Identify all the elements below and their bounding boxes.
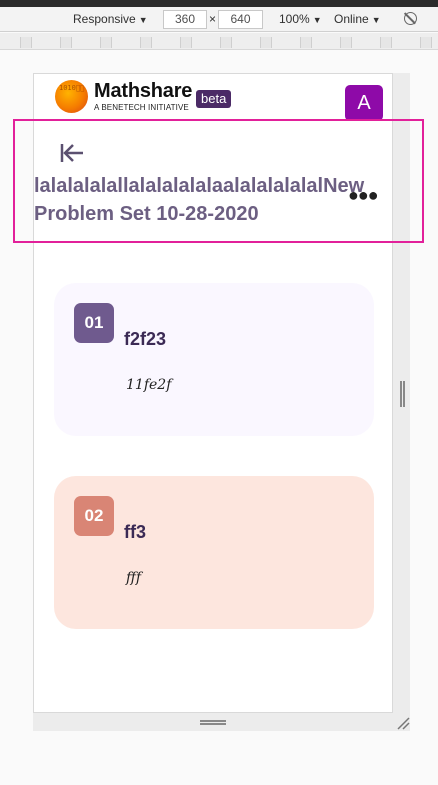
media-query-ruler[interactable] bbox=[0, 33, 438, 50]
element-highlight-overlay bbox=[13, 119, 424, 243]
problem-card[interactable]: 01 f2f23 11fe2f bbox=[54, 283, 374, 436]
avatar[interactable]: A bbox=[345, 85, 383, 121]
mathshare-logo-icon[interactable] bbox=[55, 80, 88, 113]
resize-handle-right[interactable] bbox=[400, 381, 405, 407]
problem-title: f2f23 bbox=[124, 329, 167, 349]
problem-number-badge: 01 bbox=[74, 303, 114, 343]
resize-handle-bottom[interactable] bbox=[200, 720, 226, 725]
device-select[interactable]: Responsive ▼ bbox=[73, 12, 148, 27]
rotate-icon[interactable] bbox=[404, 12, 417, 25]
problem-math: 11fe2f bbox=[126, 377, 172, 393]
width-input[interactable]: 360 bbox=[163, 10, 207, 29]
zoom-label: 100% bbox=[279, 12, 310, 26]
network-throttle-select[interactable]: Online ▼ bbox=[334, 12, 381, 27]
problem-math: fff bbox=[126, 570, 142, 586]
network-label: Online bbox=[334, 12, 369, 26]
resize-corner-icon[interactable] bbox=[396, 716, 410, 730]
device-label: Responsive bbox=[73, 12, 136, 26]
chevron-down-icon: ▼ bbox=[138, 15, 148, 25]
height-input[interactable]: 640 bbox=[218, 10, 263, 29]
problem-title: ff3 bbox=[124, 522, 146, 542]
brand-subtitle: A BENETECH INITIATIVE bbox=[94, 103, 189, 112]
browser-top-bar bbox=[0, 0, 438, 7]
devtools-device-toolbar: Responsive ▼ 360 × 640 100% ▼ Online ▼ bbox=[0, 7, 438, 32]
chevron-down-icon: ▼ bbox=[371, 15, 381, 25]
problem-card[interactable]: 02 ff3 fff bbox=[54, 476, 374, 629]
chevron-down-icon: ▼ bbox=[312, 15, 322, 25]
problem-number-badge: 02 bbox=[74, 496, 114, 536]
zoom-select[interactable]: 100% ▼ bbox=[279, 12, 322, 27]
brand-name[interactable]: Mathshare bbox=[94, 80, 192, 103]
dimension-separator: × bbox=[209, 12, 217, 26]
beta-badge: beta bbox=[196, 90, 232, 108]
